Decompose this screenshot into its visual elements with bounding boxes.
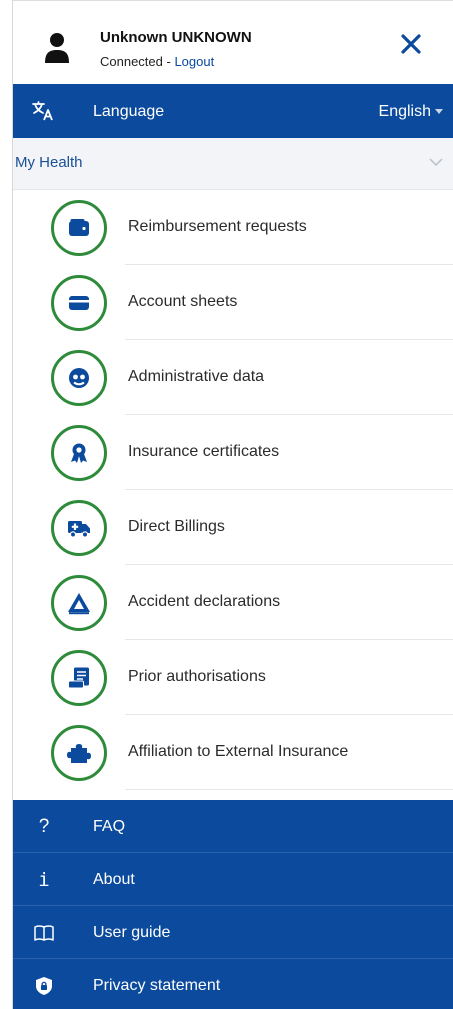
language-select[interactable]: English xyxy=(379,103,443,121)
health-menu-list: Reimbursement requests Account sheets Ad… xyxy=(13,190,453,796)
menu-icon-badge xyxy=(51,725,107,781)
warning-triangle-icon xyxy=(68,593,90,615)
menu-item-label: Accident declarations xyxy=(128,593,281,610)
logout-link[interactable]: Logout xyxy=(174,54,214,69)
menu-icon-badge xyxy=(51,500,107,556)
menu-icon-badge xyxy=(51,575,107,631)
language-selected-value: English xyxy=(378,103,431,120)
section-my-health[interactable]: My Health xyxy=(13,138,453,190)
info-icon: i xyxy=(38,869,50,891)
user-header: Unknown UNKNOWN Connected - Logout xyxy=(13,0,453,84)
nav-item-label: Privacy statement xyxy=(93,977,221,994)
puzzle-piece-icon xyxy=(67,744,91,763)
connection-status: Connected - Logout xyxy=(100,54,214,69)
user-name: Unknown UNKNOWN xyxy=(100,29,252,46)
menu-icon-badge xyxy=(51,350,107,406)
shield-lock-icon xyxy=(36,977,52,995)
menu-icon-badge xyxy=(51,650,107,706)
menu-item-label: Direct Billings xyxy=(128,518,225,535)
award-ribbon-icon xyxy=(71,443,87,463)
menu-item-label: Affiliation to External Insurance xyxy=(128,743,349,760)
menu-icon-badge xyxy=(51,425,107,481)
menu-item-accident-declarations[interactable]: Accident declarations xyxy=(13,565,453,640)
nav-item-faq[interactable]: ? FAQ xyxy=(13,800,453,853)
menu-icon-badge xyxy=(51,275,107,331)
nav-item-label: FAQ xyxy=(93,818,126,835)
menu-item-direct-billings[interactable]: Direct Billings xyxy=(13,490,453,565)
book-icon xyxy=(34,925,54,941)
menu-item-label: Administrative data xyxy=(128,368,265,385)
nav-item-label: User guide xyxy=(93,924,171,941)
user-circle-icon xyxy=(69,368,89,388)
translate-icon xyxy=(32,101,53,121)
menu-icon-badge xyxy=(51,200,107,256)
scroll-document-icon xyxy=(68,667,89,689)
user-icon xyxy=(45,33,69,63)
close-icon[interactable] xyxy=(398,31,424,57)
menu-item-insurance-certificates[interactable]: Insurance certificates xyxy=(13,415,453,490)
wallet-icon xyxy=(69,219,89,236)
nav-item-label: About xyxy=(93,871,135,888)
menu-item-label: Insurance certificates xyxy=(128,443,280,460)
status-text: Connected xyxy=(100,54,163,69)
language-bar: Language English xyxy=(13,84,453,138)
menu-item-prior-authorisations[interactable]: Prior authorisations xyxy=(13,640,453,715)
menu-item-affiliation-external-insurance[interactable]: Affiliation to External Insurance xyxy=(13,715,453,790)
bottom-nav: ? FAQ i About User guide Privacy stateme… xyxy=(13,800,453,1009)
side-menu-panel: Unknown UNKNOWN Connected - Logout Langu… xyxy=(0,0,453,1009)
credit-card-icon xyxy=(69,296,89,310)
menu-item-label: Account sheets xyxy=(128,293,238,310)
menu-item-label: Reimbursement requests xyxy=(128,218,307,235)
status-separator: - xyxy=(162,54,175,69)
question-icon: ? xyxy=(38,816,50,837)
nav-item-about[interactable]: i About xyxy=(13,853,453,906)
caret-down-icon xyxy=(435,109,443,115)
menu-item-label: Prior authorisations xyxy=(128,668,266,685)
ambulance-icon xyxy=(68,521,90,538)
chevron-down-icon xyxy=(429,158,443,167)
nav-item-user-guide[interactable]: User guide xyxy=(13,906,453,959)
section-title: My Health xyxy=(15,154,83,171)
language-label: Language xyxy=(93,103,165,120)
menu-item-account-sheets[interactable]: Account sheets xyxy=(13,265,453,340)
menu-item-reimbursement-requests[interactable]: Reimbursement requests xyxy=(13,190,453,265)
nav-item-privacy-statement[interactable]: Privacy statement xyxy=(13,959,453,1009)
menu-item-administrative-data[interactable]: Administrative data xyxy=(13,340,453,415)
divider xyxy=(125,789,453,790)
